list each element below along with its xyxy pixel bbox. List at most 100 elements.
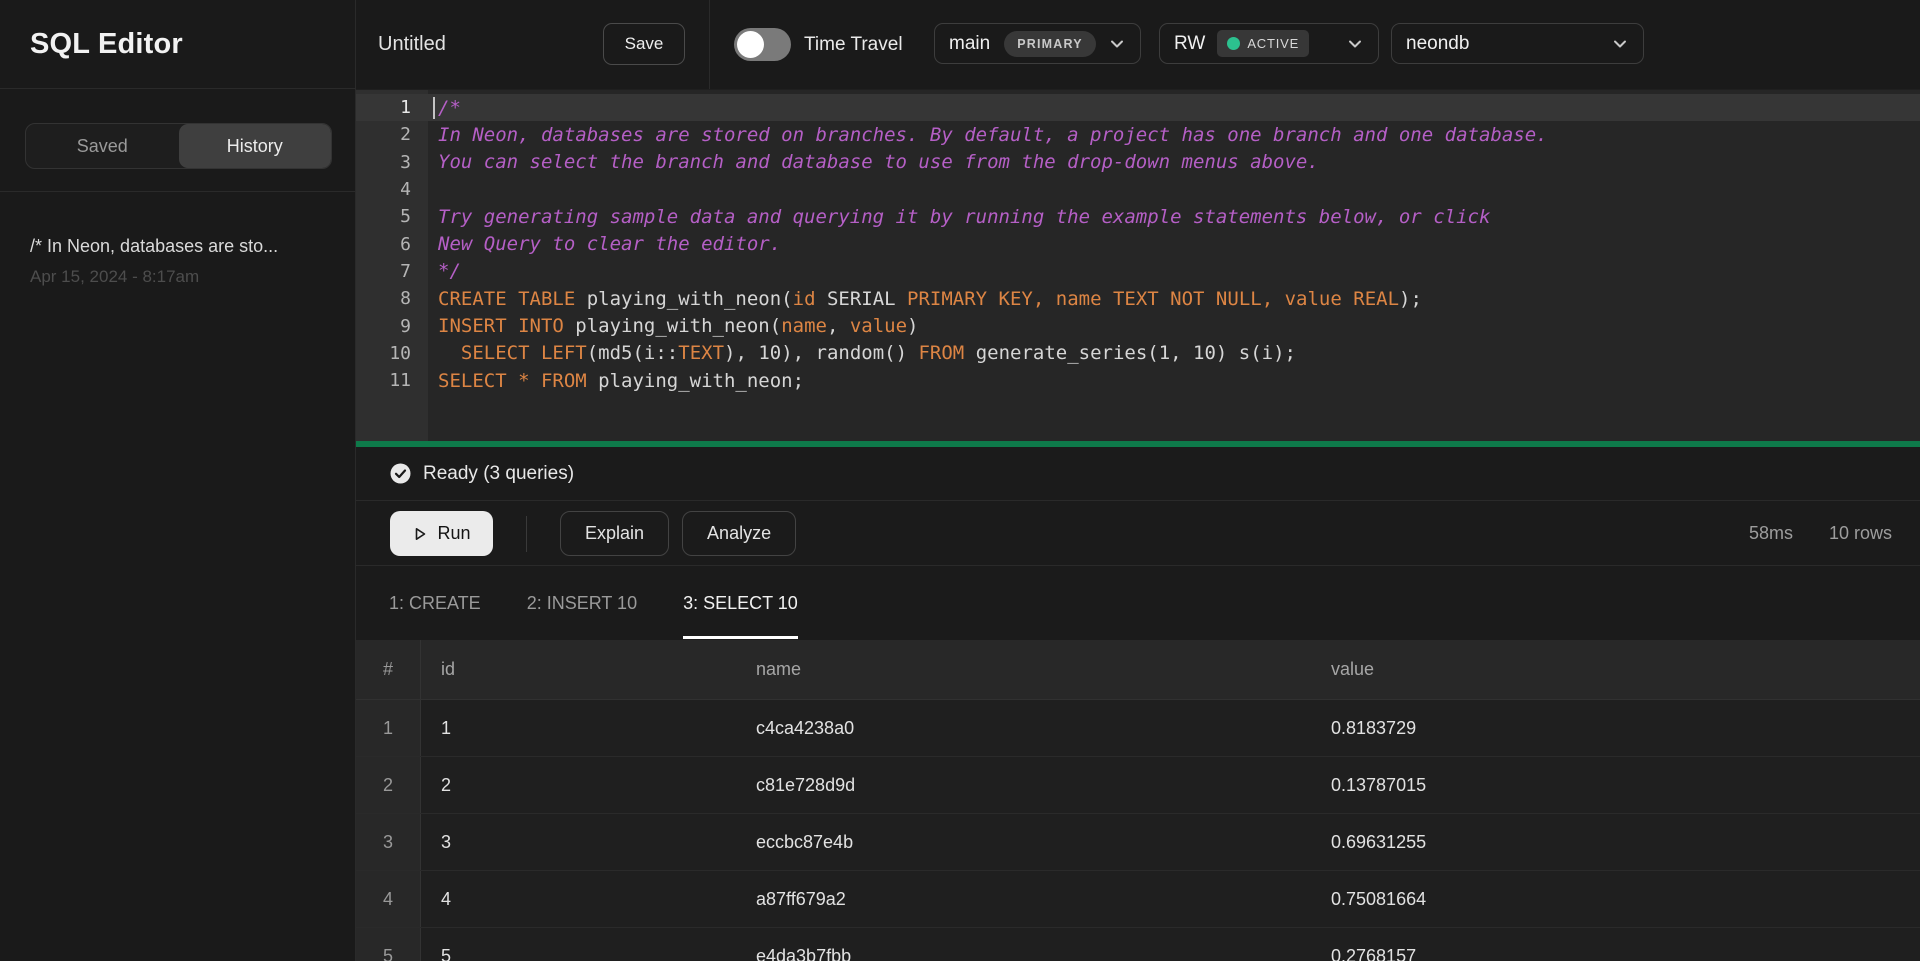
code-line-content: New Query to clear the editor.: [428, 230, 1920, 257]
code-line[interactable]: 10 SELECT LEFT(md5(i::TEXT), 10), random…: [356, 340, 1920, 367]
table-cell: 1: [421, 700, 746, 756]
table-cell: e4da3b7fbb: [746, 928, 1321, 961]
result-tabs: 1: CREATE 2: INSERT 10 3: SELECT 10: [356, 567, 1920, 640]
line-number: 11: [356, 367, 428, 394]
code-line[interactable]: 11SELECT * FROM playing_with_neon;: [356, 367, 1920, 394]
table-row[interactable]: 11c4ca4238a00.8183729: [356, 700, 1920, 757]
explain-button[interactable]: Explain: [560, 511, 669, 556]
code-token: REAL: [1353, 288, 1399, 310]
code-token: [1044, 288, 1055, 310]
run-button[interactable]: Run: [390, 511, 493, 556]
code-line-content: INSERT INTO playing_with_neon(name, valu…: [428, 312, 1920, 339]
code-token: Try generating sample data and querying …: [438, 206, 1490, 228]
table-cell: a87ff679a2: [746, 871, 1321, 927]
table-cell: 0.69631255: [1321, 814, 1920, 870]
status-message: Ready (3 queries): [423, 463, 574, 485]
actions-divider: [526, 516, 527, 552]
database-name: neondb: [1406, 33, 1469, 55]
result-tab[interactable]: 2: INSERT 10: [527, 567, 637, 640]
chevron-down-icon: [1346, 35, 1364, 53]
tab-history[interactable]: History: [179, 124, 332, 168]
code-token: TEXT NOT NULL,: [1113, 288, 1273, 310]
code-token: [1273, 288, 1284, 310]
page-title: SQL Editor: [30, 28, 183, 61]
history-list-item[interactable]: /* In Neon, databases are sto... Apr 15,…: [0, 192, 355, 287]
saved-history-segmented-control: Saved History: [25, 123, 332, 169]
analyze-button[interactable]: Analyze: [682, 511, 796, 556]
line-number: 2: [356, 121, 428, 148]
tab-saved[interactable]: Saved: [26, 124, 179, 168]
code-line-content: CREATE TABLE playing_with_neon(id SERIAL…: [428, 285, 1920, 312]
status-row: Ready (3 queries): [356, 447, 1920, 501]
compute-dropdown[interactable]: RW ACTIVE: [1159, 23, 1379, 64]
code-line[interactable]: 8CREATE TABLE playing_with_neon(id SERIA…: [356, 285, 1920, 312]
code-line-content: SELECT * FROM playing_with_neon;: [428, 367, 1920, 394]
code-token: [1102, 288, 1113, 310]
code-token: name: [1056, 288, 1102, 310]
history-snippet: /* In Neon, databases are sto...: [30, 236, 327, 257]
branch-dropdown[interactable]: main PRIMARY: [934, 23, 1141, 64]
code-token: value: [850, 315, 907, 337]
code-line[interactable]: 4: [356, 176, 1920, 203]
code-editor[interactable]: 1/*2In Neon, databases are stored on bra…: [356, 90, 1920, 441]
code-token: generate_series(1, 10) s(i);: [964, 342, 1296, 364]
code-token: (md5(i::: [587, 342, 679, 364]
line-number: 8: [356, 285, 428, 312]
code-line[interactable]: 1/*: [356, 94, 1920, 121]
line-number: 10: [356, 340, 428, 367]
code-line-content: In Neon, databases are stored on branche…: [428, 121, 1920, 148]
time-travel-toggle[interactable]: [734, 28, 791, 61]
topbar-divider: [709, 0, 710, 89]
table-cell: 0.2768157: [1321, 928, 1920, 961]
code-token: INSERT INTO: [438, 315, 575, 337]
code-token: id: [793, 288, 816, 310]
code-token: /*: [438, 97, 461, 119]
table-cell: c81e728d9d: [746, 757, 1321, 813]
primary-badge: PRIMARY: [1004, 31, 1096, 57]
code-line-content: /*: [428, 94, 1920, 121]
code-token: [1342, 288, 1353, 310]
code-area: 1/*2In Neon, databases are stored on bra…: [356, 94, 1920, 394]
code-line[interactable]: 5Try generating sample data and querying…: [356, 203, 1920, 230]
table-row[interactable]: 55e4da3b7fbb0.2768157: [356, 928, 1920, 961]
code-token: CREATE TABLE: [438, 288, 587, 310]
chevron-down-icon: [1108, 35, 1126, 53]
database-dropdown[interactable]: neondb: [1391, 23, 1644, 64]
active-badge: ACTIVE: [1217, 30, 1309, 57]
code-line-content: Try generating sample data and querying …: [428, 203, 1920, 230]
result-row-count: 10 rows: [1829, 523, 1892, 544]
line-number: 7: [356, 258, 428, 285]
code-line[interactable]: 9INSERT INTO playing_with_neon(name, val…: [356, 312, 1920, 339]
table-row[interactable]: 33eccbc87e4b0.69631255: [356, 814, 1920, 871]
table-cell: eccbc87e4b: [746, 814, 1321, 870]
query-title[interactable]: Untitled: [378, 0, 446, 89]
table-cell: 0.8183729: [1321, 700, 1920, 756]
save-button[interactable]: Save: [603, 23, 685, 65]
code-line[interactable]: 7*/: [356, 258, 1920, 285]
line-number: 4: [356, 176, 428, 203]
time-travel-label: Time Travel: [804, 0, 903, 89]
table-row[interactable]: 44a87ff679a20.75081664: [356, 871, 1920, 928]
query-duration: 58ms: [1749, 523, 1793, 544]
sql-editor-app: SQL Editor Saved History /* In Neon, dat…: [0, 0, 1920, 961]
active-badge-label: ACTIVE: [1247, 36, 1299, 51]
table-cell: 2: [356, 757, 421, 813]
code-line[interactable]: 3You can select the branch and database …: [356, 149, 1920, 176]
line-number: 9: [356, 312, 428, 339]
column-header: value: [1321, 640, 1920, 699]
sidebar: SQL Editor Saved History /* In Neon, dat…: [0, 0, 356, 961]
table-cell: 4: [356, 871, 421, 927]
result-tab[interactable]: 1: CREATE: [389, 567, 481, 640]
table-cell: 1: [356, 700, 421, 756]
code-line[interactable]: 6New Query to clear the editor.: [356, 230, 1920, 257]
code-token: [438, 342, 461, 364]
column-header: id: [421, 640, 746, 699]
table-cell: 5: [421, 928, 746, 961]
code-token: FROM: [918, 342, 964, 364]
table-row[interactable]: 22c81e728d9d0.13787015: [356, 757, 1920, 814]
result-tab[interactable]: 3: SELECT 10: [683, 567, 798, 640]
code-line-content: [428, 176, 1920, 203]
code-token: name: [781, 315, 827, 337]
table-cell: 3: [421, 814, 746, 870]
code-line[interactable]: 2In Neon, databases are stored on branch…: [356, 121, 1920, 148]
